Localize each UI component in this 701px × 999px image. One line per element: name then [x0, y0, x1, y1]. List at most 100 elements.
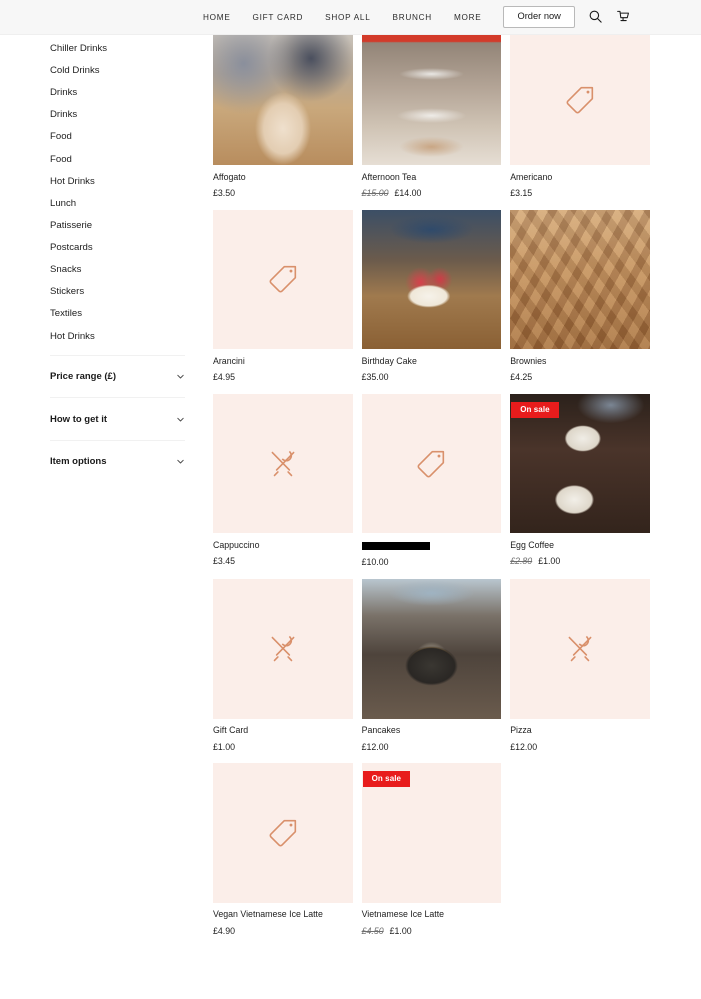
- product-image[interactable]: [213, 578, 353, 719]
- product-image[interactable]: [361, 578, 502, 719]
- product-image[interactable]: [361, 35, 502, 165]
- product-image[interactable]: [510, 578, 650, 719]
- product-price-group: £4.95: [213, 372, 353, 383]
- nav-home[interactable]: HOME: [203, 13, 231, 22]
- product-title: Afternoon Tea: [361, 171, 417, 182]
- sidebar-category-item[interactable]: Stickers: [0, 282, 203, 304]
- product-card[interactable]: Vegan Vietnamese Ice Latte £4.90: [213, 763, 353, 936]
- sidebar-category-item[interactable]: Food: [0, 127, 203, 149]
- sidebar-category-item[interactable]: Drinks: [0, 104, 203, 126]
- category-list: Chiller Drinks Cold Drinks Drinks Drinks Foo…: [0, 38, 203, 348]
- chevron-down-icon: [177, 375, 184, 379]
- product-row: Vegan Vietnamese Ice Latte £4.90 On sale Vi…: [213, 763, 650, 936]
- product-card[interactable]: On sale Vietnamese Ice Latte £4.50 £1.00: [361, 763, 502, 936]
- sidebar-category-item[interactable]: Hot Drinks: [0, 171, 203, 193]
- product-price-current: £3.45: [213, 556, 236, 567]
- product-card[interactable]: On sale Egg Coffee £2.80 £1.00: [510, 393, 650, 568]
- product-photo: [213, 35, 353, 165]
- product-price-current: £3.50: [213, 188, 236, 199]
- product-price-group: £10.00: [362, 557, 502, 568]
- sidebar-category-item[interactable]: Chiller Drinks: [0, 38, 203, 60]
- product-row: Affogato £3.50 Afternoon Tea £15.00 £14.00 Am…: [213, 35, 650, 199]
- product-placeholder-icon: [266, 262, 300, 296]
- tag-icon: [566, 86, 594, 114]
- cutlery-icon: [568, 635, 592, 662]
- nav-gift-card[interactable]: GIFT CARD: [253, 13, 304, 22]
- product-price-original: £15.00: [361, 188, 389, 199]
- product-row: Gift Card £1.00 Pancakes £12.00 Pizza £12.00: [213, 578, 650, 753]
- product-photo: [510, 209, 650, 350]
- sidebar-category-item[interactable]: Textiles: [0, 304, 203, 326]
- product-card[interactable]: Affogato £3.50: [213, 35, 353, 199]
- product-title: Vietnamese Ice Latte: [361, 909, 445, 920]
- tag-icon: [269, 266, 296, 293]
- sidebar-category-item[interactable]: Cold Drinks: [0, 60, 203, 82]
- product-image[interactable]: [361, 209, 502, 350]
- product-price-current: £3.15: [510, 188, 533, 199]
- search-icon[interactable]: [588, 9, 603, 24]
- product-grid: Affogato £3.50 Afternoon Tea £15.00 £14.00 Am…: [213, 35, 650, 947]
- product-image[interactable]: [361, 393, 502, 534]
- product-price-current: £1.00: [389, 925, 412, 936]
- product-card[interactable]: Pancakes £12.00: [361, 578, 502, 753]
- product-image[interactable]: On sale: [510, 393, 650, 534]
- chevron-down-icon: [177, 417, 184, 422]
- sidebar-category-item[interactable]: Postcards: [0, 237, 203, 259]
- cutlery-icon: [271, 450, 295, 476]
- product-price-group: £12.00: [362, 742, 502, 753]
- product-image[interactable]: [213, 209, 353, 350]
- product-placeholder-icon: [266, 447, 300, 481]
- product-card[interactable]: Arancini £4.95: [213, 209, 353, 383]
- filter-accordion-row[interactable]: Price range (£): [50, 354, 185, 398]
- status-badge-on-sale: On sale: [511, 401, 559, 418]
- product-title: Gift Card: [213, 725, 249, 736]
- tag-icon: [269, 819, 296, 847]
- product-title: Affogato: [213, 171, 246, 182]
- product-image[interactable]: [213, 393, 353, 534]
- shopping-cart-icon[interactable]: [616, 9, 631, 24]
- product-price-original: £4.50: [361, 925, 384, 936]
- product-card[interactable]: Gift Card £1.00: [213, 578, 353, 752]
- sidebar-category-item[interactable]: Patisserie: [0, 215, 203, 237]
- product-card[interactable]: Brownies £4.25: [510, 209, 650, 383]
- product-card[interactable]: Cappuccino £3.45: [213, 393, 353, 568]
- filter-accordion-row[interactable]: How to get it: [50, 397, 185, 440]
- product-card[interactable]: Birthday Cake £35.00: [361, 209, 502, 383]
- product-price-current: £35.00: [361, 372, 389, 383]
- filter-label: How to get it: [50, 413, 107, 425]
- product-photo: [361, 209, 502, 350]
- order-now-button[interactable]: Order now: [503, 6, 575, 28]
- product-placeholder-icon: [563, 83, 597, 117]
- product-price-current: £12.00: [510, 741, 538, 752]
- sidebar-category-item[interactable]: Lunch: [0, 193, 203, 215]
- header-actions: Order now: [503, 6, 631, 28]
- nav-brunch[interactable]: BRUNCH: [393, 13, 432, 22]
- product-price-group: £2.80 £1.00: [510, 556, 650, 567]
- product-image[interactable]: [510, 209, 650, 350]
- product-price-group: £15.00 £14.00: [362, 188, 502, 199]
- product-image[interactable]: [510, 35, 650, 165]
- product-row: Cappuccino £3.45 £10.00 On sale Egg Coffee £2…: [213, 393, 650, 568]
- product-card[interactable]: £10.00: [361, 393, 502, 568]
- product-price-group: £12.00: [510, 742, 650, 753]
- product-title: Americano: [510, 171, 553, 182]
- sidebar-category-item[interactable]: Hot Drinks: [0, 326, 203, 348]
- product-image[interactable]: [213, 763, 353, 903]
- product-card[interactable]: Americano £3.15: [510, 35, 650, 199]
- product-card[interactable]: Pizza £12.00: [510, 578, 650, 753]
- sidebar-category-item[interactable]: Drinks: [0, 82, 203, 104]
- product-image[interactable]: [213, 35, 353, 165]
- product-card[interactable]: Afternoon Tea £15.00 £14.00: [361, 35, 502, 199]
- product-price-group: £4.25: [510, 372, 650, 383]
- filter-accordion-row[interactable]: Item options: [50, 439, 185, 483]
- status-badge-on-sale: On sale: [362, 771, 411, 788]
- filter-accordion-group: Price range (£) How to get it Item options: [0, 354, 203, 483]
- product-placeholder-icon: [266, 632, 300, 666]
- nav-shop-all[interactable]: SHOP ALL: [325, 13, 370, 22]
- redaction-bar: [361, 542, 430, 551]
- filter-sidebar: Chiller Drinks Cold Drinks Drinks Drinks Foo…: [0, 35, 203, 482]
- sidebar-category-item[interactable]: Snacks: [0, 259, 203, 281]
- product-image[interactable]: On sale: [361, 763, 502, 903]
- nav-more[interactable]: MORE: [454, 13, 482, 22]
- sidebar-category-item[interactable]: Food: [0, 149, 203, 171]
